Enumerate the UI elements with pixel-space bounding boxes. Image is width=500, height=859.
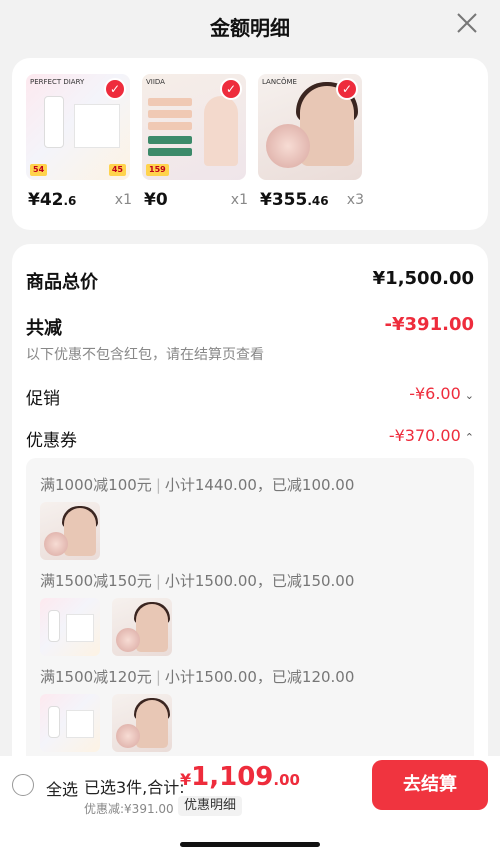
price-tag: 54 [30, 164, 48, 176]
chevron-up-icon: ⌃ [464, 431, 474, 444]
product-image: LANCÔME ✓ [258, 74, 362, 180]
coupon-detail: 小计1500.00，已减150.00 [164, 572, 355, 590]
product-image: PERFECT DIARY 54 45 ✓ [26, 74, 130, 180]
amount-detail-card: 商品总价 ¥1,500.00 共减 -¥391.00 以下优惠不包含红包，请在结… [12, 244, 488, 788]
brand-label: VIIDA [146, 78, 165, 86]
cushion-graphic [266, 124, 310, 168]
selected-summary: 已选3件,合计: [84, 778, 185, 797]
close-icon[interactable] [454, 10, 480, 36]
coupon-rule: 满1500减150元 [40, 572, 152, 590]
reduce-label: 共减 [26, 318, 62, 339]
coupon-row[interactable]: 优惠券 -¥370.00 ⌃ [26, 426, 474, 451]
checkout-button[interactable]: 去结算 [372, 760, 488, 810]
total-amount: ¥1,109.00 [180, 762, 300, 792]
coupon-value: -¥370.00 ⌃ [388, 426, 474, 445]
product-graphic [148, 98, 192, 106]
page-title: 金额明细 [210, 16, 290, 40]
coupon-rule-line: 满1000减100元 | 小计1440.00，已减100.00 [40, 476, 355, 494]
coupon-product-thumb [40, 598, 100, 656]
coupon-list: 满1000减100元 | 小计1440.00，已减100.00 满1500减150元… [26, 458, 474, 788]
home-indicator [180, 842, 320, 847]
coupon-rule-line: 满1500减120元 | 小计1500.00，已减120.00 [40, 668, 355, 686]
coupon-product-thumb [40, 694, 100, 752]
coupon-product-thumb [112, 598, 172, 656]
product-item[interactable]: LANCÔME ✓ ¥355.46 x3 [258, 74, 366, 214]
coupon-detail: 小计1500.00，已减120.00 [164, 668, 355, 686]
product-qty: x3 [346, 192, 364, 208]
box-graphic [74, 104, 120, 148]
bottle-graphic [44, 96, 64, 148]
discount-summary: 优惠减:¥391.00 [84, 802, 174, 816]
promo-label: 促销 [26, 389, 60, 409]
total-label: 商品总价 [26, 272, 98, 293]
product-graphic [148, 136, 192, 144]
coupon-product-thumb [112, 694, 172, 752]
product-graphic [148, 122, 192, 130]
product-graphic [148, 110, 192, 118]
brand-label: PERFECT DIARY [30, 78, 85, 86]
coupon-product-thumb [40, 502, 100, 560]
checkout-bar: 全选 已选3件,合计: ¥1,109.00 优惠减:¥391.00 优惠明细 去… [0, 756, 500, 859]
brand-label: LANCÔME [262, 78, 297, 86]
header: 金额明细 [0, 0, 500, 56]
total-value: ¥1,500.00 [372, 268, 474, 289]
coupon-detail: 小计1440.00，已减100.00 [164, 476, 355, 494]
product-qty: x1 [230, 192, 248, 208]
product-image: VIIDA 159 ✓ [142, 74, 246, 180]
coupon-rule-line: 满1500减150元 | 小计1500.00，已减150.00 [40, 572, 355, 590]
product-item[interactable]: VIIDA 159 ✓ ¥0 x1 [142, 74, 250, 214]
chevron-down-icon: ⌄ [464, 389, 474, 402]
product-strip: PERFECT DIARY 54 45 ✓ ¥42.6 x1 VIIDA 159… [12, 58, 488, 230]
price-tag: 45 [108, 164, 126, 176]
select-all-radio[interactable] [12, 774, 34, 796]
model-graphic [204, 96, 238, 166]
check-icon[interactable]: ✓ [220, 78, 242, 100]
coupon-rule: 满1000减100元 [40, 476, 152, 494]
price-tag: 159 [146, 164, 169, 176]
product-price: ¥42.6 [28, 190, 77, 210]
promo-value: -¥6.00 ⌄ [409, 384, 474, 403]
coupon-rule: 满1500减120元 [40, 668, 152, 686]
coupon-label: 优惠券 [26, 431, 77, 451]
promo-row[interactable]: 促销 -¥6.00 ⌄ [26, 384, 474, 409]
product-qty: x1 [114, 192, 132, 208]
product-price: ¥355.46 [260, 190, 329, 210]
select-all-label[interactable]: 全选 [46, 776, 78, 800]
product-price: ¥0 [144, 190, 168, 210]
discount-detail-button[interactable]: 优惠明细 [178, 796, 243, 816]
check-icon[interactable]: ✓ [104, 78, 126, 100]
product-item[interactable]: PERFECT DIARY 54 45 ✓ ¥42.6 x1 [26, 74, 134, 214]
product-graphic [148, 148, 192, 156]
discount-note: 以下优惠不包含红包，请在结算页查看 [26, 347, 264, 363]
check-icon[interactable]: ✓ [336, 78, 358, 100]
reduce-value: -¥391.00 [384, 314, 474, 335]
